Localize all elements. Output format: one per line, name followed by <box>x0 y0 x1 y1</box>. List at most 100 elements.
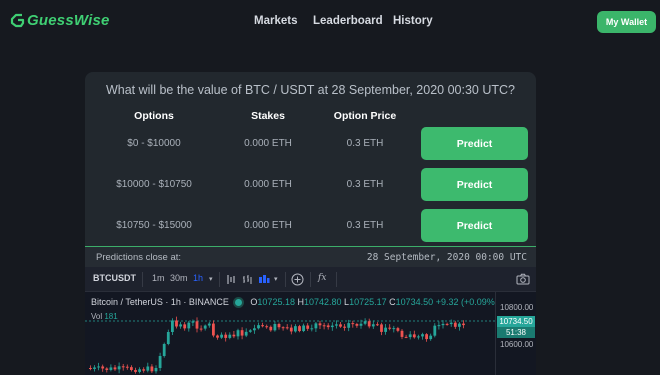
nav-leaderboard[interactable]: Leaderboard <box>313 15 383 27</box>
indicators-icon[interactable] <box>226 274 237 285</box>
nav-markets[interactable]: Markets <box>254 15 297 27</box>
candle-body <box>212 323 215 336</box>
candle-body <box>93 367 96 369</box>
candle-body <box>392 328 396 330</box>
chart-toolbar: BTCUSDT 1m 30m 1h ▾ ▾ fx <box>85 267 536 292</box>
candle-body <box>154 368 158 372</box>
interval-1m[interactable]: 1m <box>152 273 165 283</box>
candle-body <box>224 334 228 338</box>
candle-body <box>318 323 322 326</box>
predictions-close-bar: Predictions close at: 28 September, 2020… <box>85 246 536 267</box>
candle-body <box>285 327 289 329</box>
fx-icon[interactable]: fx <box>318 273 326 283</box>
add-icon[interactable] <box>291 273 304 286</box>
candle-body <box>269 326 273 331</box>
candle-countdown: 51:38 <box>497 327 535 338</box>
camera-icon[interactable] <box>516 273 530 285</box>
interval-dropdown-icon[interactable]: ▾ <box>209 275 213 283</box>
candle-body <box>458 323 461 327</box>
interval-1h[interactable]: 1h <box>193 273 203 283</box>
candle-body <box>228 334 232 338</box>
candle-body <box>216 335 219 338</box>
candle-body <box>97 366 100 368</box>
column-option-price: Option Price <box>333 110 397 122</box>
candle-body <box>125 366 129 368</box>
candle-body <box>363 321 367 324</box>
candle-body <box>367 321 371 327</box>
toolbar-divider <box>219 272 220 287</box>
predict-button[interactable]: Predict <box>421 168 528 201</box>
prediction-question: What will be the value of BTC / USDT at … <box>105 83 515 97</box>
candle-body <box>220 334 223 338</box>
candle-body <box>371 324 375 327</box>
close-date: 28 September, 2020 00:00 UTC <box>366 252 527 263</box>
candle-body <box>162 344 166 356</box>
price-axis[interactable]: 10800.00 10734.50 51:38 10600.00 <box>495 292 536 375</box>
candle-body <box>199 328 203 330</box>
candle-body <box>437 325 441 327</box>
candle-body <box>351 323 355 325</box>
candle-body <box>449 322 453 325</box>
candle-body <box>146 366 150 371</box>
candle-body <box>314 323 318 329</box>
candle-body <box>376 324 379 326</box>
price-chart-widget[interactable]: BTCUSDT 1m 30m 1h ▾ ▾ fx Bitcoin / Tethe… <box>85 267 536 375</box>
candle-body <box>425 334 428 340</box>
interval-30m[interactable]: 30m <box>170 273 188 283</box>
candle-body <box>408 334 412 338</box>
candle-body <box>433 325 437 336</box>
candle-body <box>175 320 178 327</box>
top-navigation: GuessWise Markets Leaderboard History My… <box>0 0 660 44</box>
my-wallet-button[interactable]: My Wallet <box>597 11 656 33</box>
price-tick: 10600.00 <box>500 340 534 349</box>
candle-body <box>277 324 281 328</box>
toolbar-divider <box>310 272 311 287</box>
bar-style-icon[interactable] <box>242 274 253 285</box>
option-range: $10750 - $15000 <box>116 220 192 231</box>
candle-body <box>412 334 416 338</box>
candle-body <box>326 325 330 328</box>
candle-body <box>462 323 465 326</box>
candle-body <box>343 326 346 328</box>
candle-body <box>302 325 305 332</box>
predict-button[interactable]: Predict <box>421 209 528 242</box>
option-stake: 0.000 ETH <box>244 179 292 190</box>
option-price: 0.3 ETH <box>346 220 384 231</box>
candle-body <box>417 336 420 338</box>
candle-body <box>232 334 236 337</box>
option-price: 0.3 ETH <box>346 138 384 149</box>
chart-style-dropdown-icon[interactable]: ▾ <box>274 275 278 283</box>
option-range: $0 - $10000 <box>127 138 181 149</box>
candle-body <box>236 330 240 337</box>
candle-body <box>195 321 199 329</box>
candle-body <box>322 325 326 327</box>
candlestick-chart[interactable] <box>85 292 495 375</box>
predict-button[interactable]: Predict <box>421 127 528 160</box>
candle-style-icon[interactable] <box>258 274 270 285</box>
candle-body <box>101 366 105 369</box>
candle-body <box>335 324 338 326</box>
candle-body <box>117 366 121 370</box>
candle-body <box>130 367 133 371</box>
candle-body <box>400 330 404 337</box>
candle-body <box>105 368 109 370</box>
candle-body <box>142 369 146 371</box>
nav-history[interactable]: History <box>393 15 433 27</box>
symbol-selector[interactable]: BTCUSDT <box>93 273 136 283</box>
candle-body <box>453 322 457 327</box>
candle-body <box>380 324 383 332</box>
prediction-card: What will be the value of BTC / USDT at … <box>85 72 536 375</box>
candle-body <box>183 324 187 329</box>
option-stake: 0.000 ETH <box>244 220 292 231</box>
candle-body <box>404 336 408 338</box>
option-stake: 0.000 ETH <box>244 138 292 149</box>
candle-body <box>248 330 252 332</box>
candle-body <box>244 331 248 336</box>
candle-body <box>429 335 433 340</box>
option-range: $10000 - $10750 <box>116 179 192 190</box>
current-price-tag: 10734.50 <box>497 316 535 327</box>
candle-body <box>187 322 191 329</box>
candle-body <box>265 326 269 328</box>
candle-body <box>207 323 211 326</box>
candle-body <box>298 326 301 332</box>
